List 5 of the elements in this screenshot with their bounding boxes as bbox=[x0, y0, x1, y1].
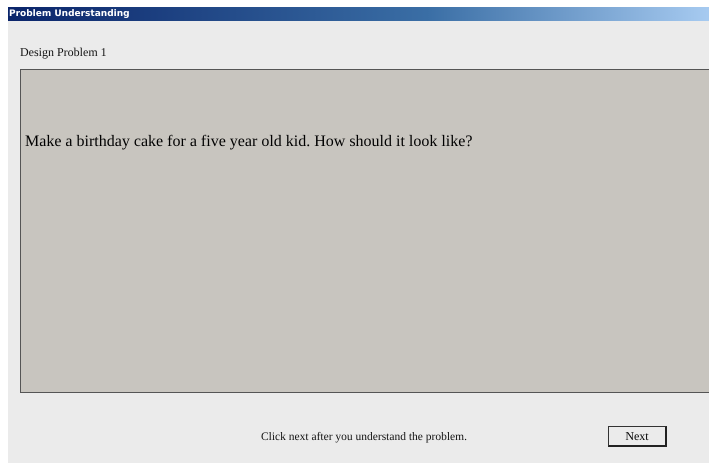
next-button[interactable]: Next bbox=[608, 426, 667, 447]
window-title: Problem Understanding bbox=[8, 9, 130, 19]
instruction-text: Click next after you understand the problem. bbox=[261, 430, 467, 442]
problem-heading: Design Problem 1 bbox=[20, 45, 107, 60]
problem-text: Make a birthday cake for a five year old kid. How should it look like? bbox=[25, 133, 472, 151]
